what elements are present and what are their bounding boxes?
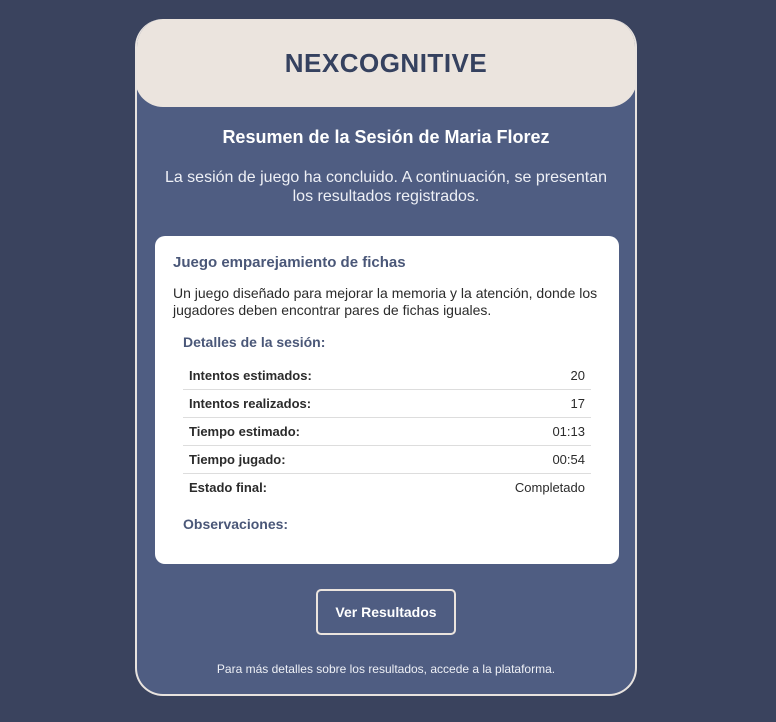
detail-row-estimated-time: Tiempo estimado: 01:13	[183, 418, 591, 446]
detail-label: Intentos estimados:	[189, 368, 312, 383]
brand-logo-text: NEXCOGNITIVE	[284, 47, 488, 78]
game-title: Juego emparejamiento de fichas	[173, 254, 406, 271]
footer-note: Para más detalles sobre los resultados, …	[216, 662, 556, 676]
summary-intro: La sesión de juego ha concluido. A conti…	[164, 169, 608, 205]
detail-label: Intentos realizados:	[189, 396, 312, 411]
detail-row-time-played: Tiempo jugado: 00:54	[183, 446, 591, 474]
observations-title: Observaciones:	[183, 516, 289, 532]
detail-value: 01:13	[552, 424, 585, 439]
game-details-panel: Juego emparejamiento de fichas Un juego …	[155, 236, 619, 564]
session-summary-card: NEXCOGNITIVE Resumen de la Sesión de Mar…	[135, 19, 637, 696]
detail-row-attempts-made: Intentos realizados: 17	[183, 390, 591, 418]
game-description: Un juego diseñado para mejorar la memori…	[173, 285, 598, 318]
detail-row-estimated-attempts: Intentos estimados: 20	[183, 362, 591, 390]
session-details-table: Intentos estimados: 20 Intentos realizad…	[183, 362, 591, 501]
detail-value: 17	[570, 396, 585, 411]
detail-label: Estado final:	[189, 480, 268, 495]
detail-label: Tiempo estimado:	[189, 424, 301, 439]
detail-row-final-status: Estado final: Completado	[183, 474, 591, 501]
detail-value: 20	[570, 368, 585, 383]
summary-title: Resumen de la Sesión de Maria Florez	[222, 127, 550, 147]
details-section-title: Detalles de la sesión:	[183, 334, 326, 350]
view-results-button[interactable]: Ver Resultados	[316, 589, 456, 635]
detail-value: 00:54	[552, 452, 585, 467]
detail-label: Tiempo jugado:	[189, 452, 286, 467]
detail-value: Completado	[514, 480, 585, 495]
header: NEXCOGNITIVE	[137, 19, 635, 107]
